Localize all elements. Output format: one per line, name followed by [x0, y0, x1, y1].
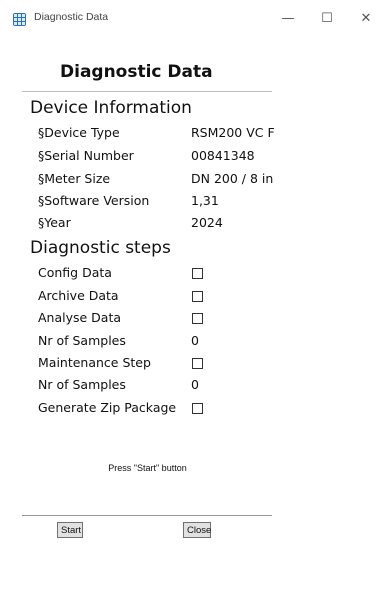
device-information-title: Device Information [30, 98, 192, 118]
generate-zip-package-row: Generate Zip Package [38, 400, 338, 420]
software-version-row: §Software Version 1,31 [38, 193, 338, 213]
meter-size-value: DN 200 / 8 in [191, 171, 274, 186]
heading-divider [22, 91, 272, 92]
year-label: §Year [38, 215, 71, 230]
generate-zip-package-label: Generate Zip Package [38, 400, 177, 415]
bottom-divider [22, 515, 272, 516]
device-type-label: §Device Type [38, 125, 120, 140]
generate-zip-package-checkbox[interactable] [192, 403, 203, 414]
device-type-value: RSM200 VC F [191, 125, 275, 140]
title-bar[interactable]: Diagnostic Data — ☐ ✕ [0, 0, 377, 36]
maintenance-step-label: Maintenance Step [38, 355, 151, 370]
app-icon [13, 13, 26, 26]
window-title: Diagnostic Data [34, 11, 109, 23]
archive-data-row: Archive Data [38, 288, 338, 308]
nr-of-samples-row: Nr of Samples 0 [38, 333, 338, 353]
year-value: 2024 [191, 215, 223, 230]
analyse-data-checkbox[interactable] [192, 313, 203, 324]
config-data-label: Config Data [38, 265, 112, 280]
archive-data-checkbox[interactable] [192, 291, 203, 302]
software-version-label: §Software Version [38, 193, 150, 208]
year-row: §Year 2024 [38, 215, 338, 235]
nr-of-samples-label: Nr of Samples [38, 333, 126, 348]
device-type-row: §Device Type RSM200 VC F [38, 125, 338, 145]
start-button[interactable]: Start [57, 522, 83, 538]
close-button[interactable]: Close [183, 522, 211, 538]
serial-number-label: §Serial Number [38, 148, 134, 163]
close-icon[interactable]: ✕ [356, 9, 376, 29]
archive-data-label: Archive Data [38, 288, 119, 303]
nr-of-samples-value: 0 [191, 377, 199, 392]
serial-number-row: §Serial Number 00841348 [38, 148, 338, 168]
analyse-data-label: Analyse Data [38, 310, 122, 325]
nr-of-samples-row: Nr of Samples 0 [38, 377, 338, 397]
meter-size-row: §Meter Size DN 200 / 8 in [38, 171, 338, 191]
maximize-icon[interactable]: ☐ [317, 9, 337, 29]
software-version-value: 1,31 [191, 193, 219, 208]
config-data-row: Config Data [38, 265, 338, 285]
status-message: Press "Start" button [108, 463, 187, 473]
diagnostic-window: Diagnostic Data — ☐ ✕ Diagnostic Data De… [0, 0, 377, 599]
maintenance-step-checkbox[interactable] [192, 358, 203, 369]
nr-of-samples-value: 0 [191, 333, 199, 348]
nr-of-samples-label: Nr of Samples [38, 377, 126, 392]
config-data-checkbox[interactable] [192, 268, 203, 279]
analyse-data-row: Analyse Data [38, 310, 338, 330]
maintenance-step-row: Maintenance Step [38, 355, 338, 375]
page-title: Diagnostic Data [60, 62, 213, 82]
serial-number-value: 00841348 [191, 148, 255, 163]
diagnostic-steps-title: Diagnostic steps [30, 238, 171, 258]
minimize-icon[interactable]: — [278, 9, 298, 29]
meter-size-label: §Meter Size [38, 171, 111, 186]
